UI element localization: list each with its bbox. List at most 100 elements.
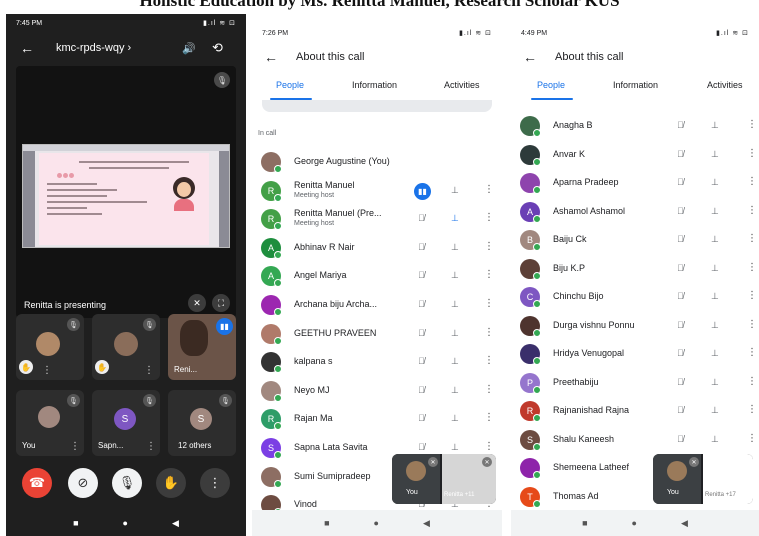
more-icon[interactable]: ⋮: [484, 298, 494, 309]
pin-icon[interactable]: ⊥: [711, 405, 719, 416]
pin-icon[interactable]: ⊥: [711, 177, 719, 188]
close-icon[interactable]: ✕: [689, 457, 699, 467]
participant-row[interactable]: S Shalu Kaneesh 🎙̸ ⊥ ⋮: [511, 426, 759, 454]
more-icon[interactable]: ⋮: [70, 441, 80, 452]
pin-icon[interactable]: ⊥: [451, 185, 459, 196]
mic-off-icon[interactable]: 🎙̸: [418, 442, 425, 452]
volume-icon[interactable]: 🔊: [182, 42, 196, 55]
more-icon[interactable]: ⋮: [747, 319, 757, 330]
participant-tile[interactable]: 🎙 You ⋮: [16, 390, 84, 456]
participant-row[interactable]: Anvar K 🎙̸ ⊥ ⋮: [511, 141, 759, 169]
mic-off-icon[interactable]: 🎙̸: [418, 242, 425, 252]
self-view-pip[interactable]: You ✕ Renitta +11 ✕: [392, 454, 496, 504]
mic-off-icon[interactable]: 🎙̸: [677, 291, 684, 301]
more-icon[interactable]: ⋮: [747, 433, 757, 444]
participant-row[interactable]: Anagha B 🎙̸ ⊥ ⋮: [511, 112, 759, 140]
raise-hand-icon[interactable]: ✋: [156, 468, 186, 498]
more-icon[interactable]: ⋮: [747, 376, 757, 387]
pin-icon[interactable]: ⊥: [451, 385, 459, 396]
more-icon[interactable]: ⋮: [747, 262, 757, 273]
close-icon[interactable]: ✕: [428, 457, 438, 467]
more-icon[interactable]: ⋮: [484, 212, 494, 223]
recents-icon[interactable]: ■: [324, 518, 329, 528]
tab-people[interactable]: People: [276, 80, 304, 90]
participant-row[interactable]: R Renitta Manuel Meeting host ▮▮ ⊥ ⋮: [252, 177, 502, 205]
presentation-stage[interactable]: 🎙 Renitta is presenting ✕ ⛶: [16, 66, 236, 318]
more-icon[interactable]: ⋮: [484, 384, 494, 395]
pin-icon[interactable]: ⊥: [451, 328, 459, 339]
more-icon[interactable]: ⋮: [146, 441, 156, 452]
back-icon[interactable]: ◀: [172, 518, 179, 529]
more-icon[interactable]: ⋮: [484, 241, 494, 252]
participant-row[interactable]: B Baiju Ck 🎙̸ ⊥ ⋮: [511, 226, 759, 254]
tab-information[interactable]: Information: [352, 80, 397, 90]
pin-icon[interactable]: ⊥: [711, 377, 719, 388]
flip-camera-icon[interactable]: ⟲: [212, 40, 223, 56]
fullscreen-icon[interactable]: ⛶: [212, 294, 230, 312]
more-icon[interactable]: ⋮: [747, 148, 757, 159]
home-icon[interactable]: ●: [632, 518, 637, 528]
pin-icon[interactable]: ⊥: [451, 299, 459, 310]
pin-icon[interactable]: ⊥: [451, 413, 459, 424]
unpin-icon[interactable]: ✕: [188, 294, 206, 312]
participant-row[interactable]: Hridya Venugopal 🎙̸ ⊥ ⋮: [511, 340, 759, 368]
pin-icon[interactable]: ⊥: [711, 348, 719, 359]
more-icon[interactable]: ⋮: [42, 365, 52, 376]
close-icon[interactable]: ✕: [482, 457, 492, 467]
more-icon[interactable]: ⋮: [747, 176, 757, 187]
more-icon[interactable]: ⋮: [484, 355, 494, 366]
pin-icon[interactable]: ⊥: [711, 149, 719, 160]
mic-off-icon[interactable]: 🎙̸: [418, 299, 425, 309]
back-icon[interactable]: ◀: [423, 518, 430, 529]
participant-row[interactable]: GEETHU PRAVEEN 🎙̸ ⊥ ⋮: [252, 320, 502, 348]
mic-off-icon[interactable]: 🎙̸: [418, 356, 425, 366]
participant-row[interactable]: kalpana s 🎙̸ ⊥ ⋮: [252, 348, 502, 376]
mic-off-icon[interactable]: 🎙̸: [677, 377, 684, 387]
pin-icon[interactable]: ⊥: [711, 291, 719, 302]
more-icon[interactable]: ⋮: [144, 365, 154, 376]
more-icon[interactable]: ⋮: [747, 205, 757, 216]
more-icon[interactable]: ⋮: [747, 347, 757, 358]
mic-off-icon[interactable]: 🎙̸: [418, 213, 425, 223]
participant-row[interactable]: R Renitta Manuel (Pre... Meeting host 🎙̸ ⊥ ⋮: [252, 205, 502, 233]
more-icon[interactable]: ⋮: [747, 233, 757, 244]
home-icon[interactable]: ●: [374, 518, 379, 528]
more-icon[interactable]: ⋮: [747, 119, 757, 130]
mic-off-icon[interactable]: 🎙̸: [677, 348, 684, 358]
more-icon[interactable]: ⋮: [484, 184, 494, 195]
participant-tile[interactable]: 🎙 ✋ ⋮: [92, 314, 160, 380]
tab-activities[interactable]: Activities: [707, 80, 743, 90]
mic-off-icon[interactable]: 🎙̸: [677, 320, 684, 330]
participant-row[interactable]: George Augustine (You): [252, 148, 502, 176]
pin-icon[interactable]: ⊥: [711, 120, 719, 131]
pin-icon[interactable]: ⊥: [451, 213, 459, 224]
participant-row[interactable]: Archana biju Archa... 🎙̸ ⊥ ⋮: [252, 291, 502, 319]
participant-tile[interactable]: 🎙 ✋ ⋮: [16, 314, 84, 380]
participant-row[interactable]: P Preethabiju 🎙̸ ⊥ ⋮: [511, 369, 759, 397]
participant-row[interactable]: Biju K.P 🎙̸ ⊥ ⋮: [511, 255, 759, 283]
pin-icon[interactable]: ⊥: [711, 206, 719, 217]
self-view-pip[interactable]: You ✕ Renitta +17: [653, 454, 753, 504]
participant-row[interactable]: C Chinchu Bijo 🎙̸ ⊥ ⋮: [511, 283, 759, 311]
pin-icon[interactable]: ⊥: [451, 356, 459, 367]
more-icon[interactable]: ⋮: [200, 468, 230, 498]
mic-off-icon[interactable]: 🎙̸: [418, 413, 425, 423]
pin-icon[interactable]: ⊥: [451, 442, 459, 453]
mic-off-icon[interactable]: 🎙̸: [677, 263, 684, 273]
home-icon[interactable]: ●: [123, 518, 128, 528]
mic-off-icon[interactable]: 🎙̸: [677, 177, 684, 187]
more-icon[interactable]: ⋮: [484, 412, 494, 423]
back-arrow-icon[interactable]: ←: [20, 40, 34, 56]
back-icon[interactable]: ◀: [681, 518, 688, 529]
mic-off-icon[interactable]: 🎙: [112, 468, 142, 498]
pin-icon[interactable]: ⊥: [451, 242, 459, 253]
mic-off-icon[interactable]: 🎙̸: [677, 120, 684, 130]
participant-row[interactable]: A Abhinav R Nair 🎙̸ ⊥ ⋮: [252, 234, 502, 262]
mic-off-icon[interactable]: 🎙̸: [418, 270, 425, 280]
more-icon[interactable]: ⋮: [484, 441, 494, 452]
more-icon[interactable]: ⋮: [747, 290, 757, 301]
pin-icon[interactable]: ⊥: [711, 263, 719, 274]
participant-row[interactable]: Durga vishnu Ponnu 🎙̸ ⊥ ⋮: [511, 312, 759, 340]
pin-icon[interactable]: ⊥: [711, 234, 719, 245]
mic-off-icon[interactable]: 🎙̸: [418, 328, 425, 338]
